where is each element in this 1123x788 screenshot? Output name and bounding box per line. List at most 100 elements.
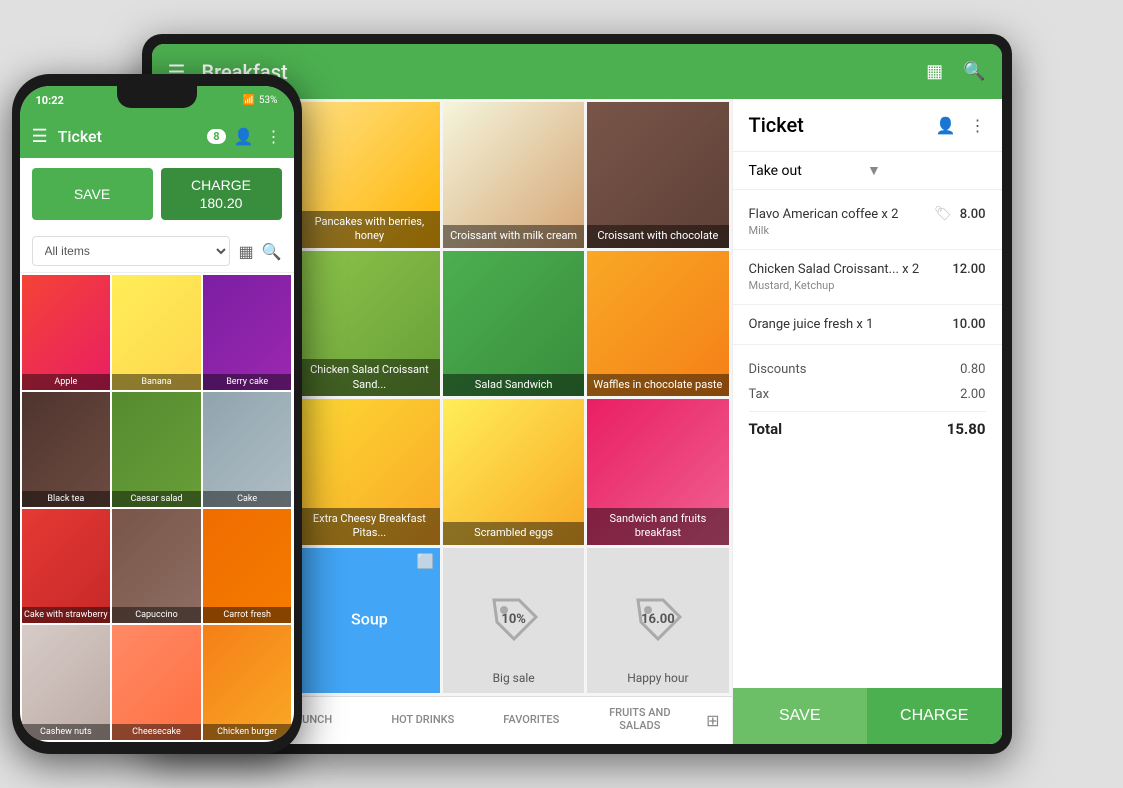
food-cell-croissant-milk[interactable]: Croissant with milk cream bbox=[443, 102, 584, 248]
ticket-divider-1 bbox=[733, 249, 1002, 250]
ticket-item-coffee[interactable]: Flavo American coffee x 2 🏷 8.00 Milk bbox=[733, 198, 1002, 245]
phone-more-icon[interactable]: ⋮ bbox=[266, 127, 282, 146]
phone-menu-icon[interactable]: ☰ bbox=[32, 126, 48, 147]
ticket-order-type-dropdown[interactable]: Take out ▼ bbox=[733, 152, 1002, 190]
ticket-save-button[interactable]: SAVE bbox=[733, 688, 868, 744]
phone-screen: 10:22 📶 53% ☰ Ticket 8 👤 ⋮ SAVE bbox=[20, 86, 294, 742]
ticket-discounts-value: 0.80 bbox=[960, 362, 985, 377]
ticket-header-icons: 👤 ⋮ bbox=[936, 116, 986, 135]
phone-barcode-icon[interactable]: ▦ bbox=[238, 242, 253, 261]
phone-item-black-tea-label: Black tea bbox=[22, 491, 111, 507]
ticket-total-row: Total 15.80 bbox=[749, 411, 986, 443]
soup-corner-icon: ⬜ bbox=[417, 554, 434, 570]
ticket-item-coffee-note: Milk bbox=[749, 224, 986, 237]
phone-item-banana[interactable]: Banana bbox=[112, 275, 201, 390]
ticket-item-chicken-salad-name: Chicken Salad Croissant... x 2 bbox=[749, 262, 953, 277]
phone-item-cappuccino-label: Capuccino bbox=[112, 607, 201, 623]
ticket-item-chicken-salad-price: 12.00 bbox=[952, 262, 985, 277]
food-label-croissant-choc: Croissant with chocolate bbox=[587, 225, 728, 247]
phone-item-caesar-salad-label: Caesar salad bbox=[112, 491, 201, 507]
ticket-item-chicken-salad[interactable]: Chicken Salad Croissant... x 2 12.00 Mus… bbox=[733, 254, 1002, 300]
ticket-item-orange-juice-price: 10.00 bbox=[952, 317, 985, 332]
food-cell-croissant-choc[interactable]: Croissant with chocolate bbox=[587, 102, 728, 248]
tab-hot-drinks[interactable]: HOT DRINKS bbox=[369, 705, 478, 737]
phone-item-chicken-burger[interactable]: Chicken burger bbox=[203, 625, 292, 740]
phone-item-cake-straw-label: Cake with strawberry bbox=[22, 607, 111, 623]
food-label-sandwich-fruit: Sandwich and fruits breakfast bbox=[587, 508, 728, 545]
phone-item-carrot[interactable]: Carrot fresh bbox=[203, 509, 292, 624]
food-label-croissant-milk: Croissant with milk cream bbox=[443, 225, 584, 247]
tablet-search-icon[interactable]: 🔍 bbox=[963, 61, 985, 82]
food-label-scrambled: Scrambled eggs bbox=[443, 522, 584, 544]
food-cell-sandwich-fruit[interactable]: Sandwich and fruits breakfast bbox=[587, 399, 728, 545]
food-cell-salad-sand[interactable]: Salad Sandwich bbox=[443, 251, 584, 397]
food-cell-waffles[interactable]: Waffles in chocolate paste bbox=[587, 251, 728, 397]
ticket-divider-3 bbox=[733, 344, 1002, 345]
phone-item-black-tea[interactable]: Black tea bbox=[22, 392, 111, 507]
phone-charge-button[interactable]: CHARGE 180.20 bbox=[161, 168, 282, 220]
phone-ticket-badge: 8 bbox=[207, 129, 225, 144]
phone-charge-label: CHARGE bbox=[191, 177, 251, 193]
tab-grid-icon[interactable]: ⊞ bbox=[694, 703, 731, 738]
ticket-divider-2 bbox=[733, 304, 1002, 305]
tablet-barcode-icon[interactable]: ▦ bbox=[926, 61, 943, 82]
phone-add-person-icon[interactable]: 👤 bbox=[234, 127, 254, 146]
ticket-title: Ticket bbox=[749, 113, 936, 137]
ticket-discounts-row: Discounts 0.80 bbox=[749, 357, 986, 382]
phone-item-caesar-salad[interactable]: Caesar salad bbox=[112, 392, 201, 507]
food-label-waffles: Waffles in chocolate paste bbox=[587, 374, 728, 396]
food-label-chicken-salad: Chicken Salad Croissant Sand... bbox=[299, 359, 440, 396]
ticket-add-person-icon[interactable]: 👤 bbox=[936, 116, 956, 135]
happy-hour-label: Happy hour bbox=[587, 671, 728, 685]
food-cell-happy-hour[interactable]: 16.00 Happy hour bbox=[587, 548, 728, 694]
ticket-total-value: 15.80 bbox=[947, 420, 986, 438]
phone-save-button[interactable]: SAVE bbox=[32, 168, 153, 220]
phone-item-cappuccino[interactable]: Capuccino bbox=[112, 509, 201, 624]
food-cell-extra-cheesy[interactable]: Extra Cheesy Breakfast Pitas... bbox=[299, 399, 440, 545]
phone-item-cake-label: Cake bbox=[203, 491, 292, 507]
food-label-soup: Soup bbox=[334, 606, 405, 635]
phone-buttons: SAVE CHARGE 180.20 bbox=[20, 158, 294, 230]
tab-favorites[interactable]: FAVORITES bbox=[477, 705, 586, 737]
phone: 10:22 📶 53% ☰ Ticket 8 👤 ⋮ SAVE bbox=[12, 74, 302, 754]
phone-item-apple-label: Apple bbox=[22, 374, 111, 390]
food-cell-soup[interactable]: ⬜ Soup bbox=[299, 548, 440, 694]
phone-item-apple[interactable]: Apple bbox=[22, 275, 111, 390]
ticket-panel: Ticket 👤 ⋮ Take out ▼ Flavo Am bbox=[732, 99, 1002, 744]
ticket-tax-label: Tax bbox=[749, 387, 770, 402]
ticket-order-type-label: Take out bbox=[749, 163, 868, 179]
phone-title: Ticket bbox=[58, 127, 208, 146]
phone-item-cake[interactable]: Cake bbox=[203, 392, 292, 507]
food-cell-pancakes[interactable]: Pancakes with berries, honey bbox=[299, 102, 440, 248]
phone-item-cheesecake[interactable]: Cheesecake bbox=[112, 625, 201, 740]
phone-topbar: ☰ Ticket 8 👤 ⋮ bbox=[20, 114, 294, 158]
ticket-item-orange-juice[interactable]: Orange juice fresh x 1 10.00 bbox=[733, 309, 1002, 340]
tab-fruits-salads[interactable]: FRUITS AND SALADS bbox=[586, 698, 695, 743]
ticket-more-icon[interactable]: ⋮ bbox=[970, 116, 986, 135]
ticket-dropdown-arrow: ▼ bbox=[867, 162, 986, 179]
food-cell-chicken-salad[interactable]: Chicken Salad Croissant Sand... bbox=[299, 251, 440, 397]
ticket-tax-row: Tax 2.00 bbox=[749, 382, 986, 407]
phone-status-icons: 📶 53% bbox=[242, 95, 277, 106]
big-sale-wrapper: 10% Big sale bbox=[443, 548, 584, 694]
phone-item-cake-straw[interactable]: Cake with strawberry bbox=[22, 509, 111, 624]
phone-item-berry-cake-label: Berry cake bbox=[203, 374, 292, 390]
phone-item-cashew-label: Cashew nuts bbox=[22, 724, 111, 740]
big-sale-value: 10% bbox=[501, 612, 526, 627]
food-label-pancakes: Pancakes with berries, honey bbox=[299, 211, 440, 248]
ticket-charge-button[interactable]: CHARGE bbox=[867, 688, 1002, 744]
phone-topbar-icons: 👤 ⋮ bbox=[234, 127, 282, 146]
ticket-item-chicken-salad-note: Mustard, Ketchup bbox=[749, 279, 986, 292]
phone-item-cashew[interactable]: Cashew nuts bbox=[22, 625, 111, 740]
food-cell-scrambled[interactable]: Scrambled eggs bbox=[443, 399, 584, 545]
food-cell-big-sale[interactable]: 10% Big sale bbox=[443, 548, 584, 694]
phone-charge-amount: 180.20 bbox=[200, 195, 243, 211]
ticket-item-orange-juice-main: Orange juice fresh x 1 10.00 bbox=[749, 317, 986, 332]
ticket-header: Ticket 👤 ⋮ bbox=[733, 99, 1002, 152]
ticket-summary: Discounts 0.80 Tax 2.00 Total 15.80 bbox=[733, 349, 1002, 451]
ticket-item-coffee-price: 8.00 bbox=[960, 207, 986, 222]
phone-item-berry-cake[interactable]: Berry cake bbox=[203, 275, 292, 390]
phone-filter-select[interactable]: All items bbox=[32, 236, 231, 266]
ticket-item-coffee-name: Flavo American coffee x 2 bbox=[749, 207, 926, 222]
phone-search-icon[interactable]: 🔍 bbox=[262, 242, 282, 261]
